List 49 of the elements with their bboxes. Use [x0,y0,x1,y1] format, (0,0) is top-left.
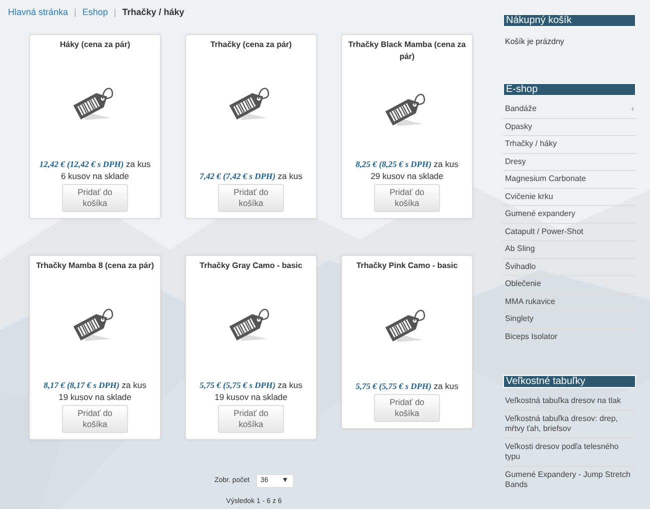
sidebar-item[interactable]: Singlety [503,311,636,328]
cart-status: Košík je prázdny [505,36,566,48]
sidebar-item[interactable]: Veľkostná tabuľka dresov na tlak [503,393,636,410]
sidebar-item[interactable]: Magnesium Carbonate [503,171,636,188]
product-price: 8,25 € (8,25 € s DPH) za kus [356,158,458,170]
sidebar-item[interactable]: Ab Sling [503,241,636,258]
sidebar-heading: E-shop [503,83,636,96]
sidebar-item[interactable]: Biceps Isolator [503,328,636,345]
breadcrumb-separator: | [74,6,76,19]
sidebar-item[interactable]: MMA rukavice [503,294,636,311]
add-to-cart-button[interactable]: Pridať do košíka [374,184,440,212]
product-price: 5,75 € (5,75 € s DPH) za kus [200,378,302,390]
sidebar-item[interactable]: Bandáže ‹ [503,101,636,118]
breadcrumb-current: Trhačky / háky [122,6,184,19]
stock-text: 29 kusov na sklade [370,170,444,182]
sidebar-item[interactable]: Opasky [503,118,636,136]
sidebar-item[interactable]: Švihadlo [503,258,636,276]
sidebar-item[interactable]: Trhačky / háky [503,136,636,154]
product-price: 7,42 € (7,42 € s DPH) za kus [200,170,302,182]
sidebar-item[interactable]: Gumené expandery [503,206,636,224]
add-to-cart-button[interactable]: Pridať do košíka [374,394,440,422]
product-title[interactable]: Háky (cena za pár) [60,38,130,50]
sidebar-item[interactable]: Veľkosti dresov podľa telesného typu [503,438,636,466]
add-to-cart-button[interactable]: Pridať do košíka [62,404,128,432]
sidebar-heading: Nákupný košík [503,14,636,27]
sidebar-item[interactable]: Dresy [503,154,636,171]
add-to-cart-button[interactable]: Pridať do košíka [218,404,284,432]
product-title[interactable]: Trhačky Mamba 8 (cena za pár) [36,260,154,272]
stock-text: 19 kusov na sklade [58,390,132,402]
product-title[interactable]: Trhačky Pink Camo - basic [356,260,458,272]
sidebar-item[interactable]: Oblečenie [503,276,636,294]
product-price: 5,75 € (5,75 € s DPH) za kus [356,380,458,392]
add-to-cart-button[interactable]: Pridať do košíka [218,184,284,212]
product-title[interactable]: Trhačky (cena za pár) [210,38,292,50]
add-to-cart-button[interactable]: Pridať do košíka [62,184,128,212]
stock-text: 19 kusov na sklade [214,390,288,402]
product-title[interactable]: Trhačky Gray Camo - basic [200,260,302,272]
breadcrumb-separator: | [114,6,116,19]
product-title[interactable]: Trhačky Black Mamba (cena za pár) [348,38,466,62]
breadcrumb-link[interactable]: Hlavná stránka [8,6,68,20]
sidebar-heading: Veľkostné tabuľky [503,375,636,388]
breadcrumb-link[interactable]: Eshop [82,6,108,20]
stock-text: 6 kusov na sklade [60,170,130,182]
sidebar-item[interactable]: Gumené Expandery - Jump Stretch Bands [503,466,636,494]
product-price: 12,42 € (12,42 € s DPH) za kus [39,158,151,170]
sidebar-item[interactable]: Catapult / Power-Shot [503,224,636,241]
sidebar-item[interactable]: Veľkostná tabuľka dresov: drep, mŕtvy ťah, briefsov [503,410,636,438]
sidebar-item[interactable]: Cvičenie krku [503,188,636,206]
product-price: 8,17 € (8,17 € s DPH) za kus [44,378,146,390]
